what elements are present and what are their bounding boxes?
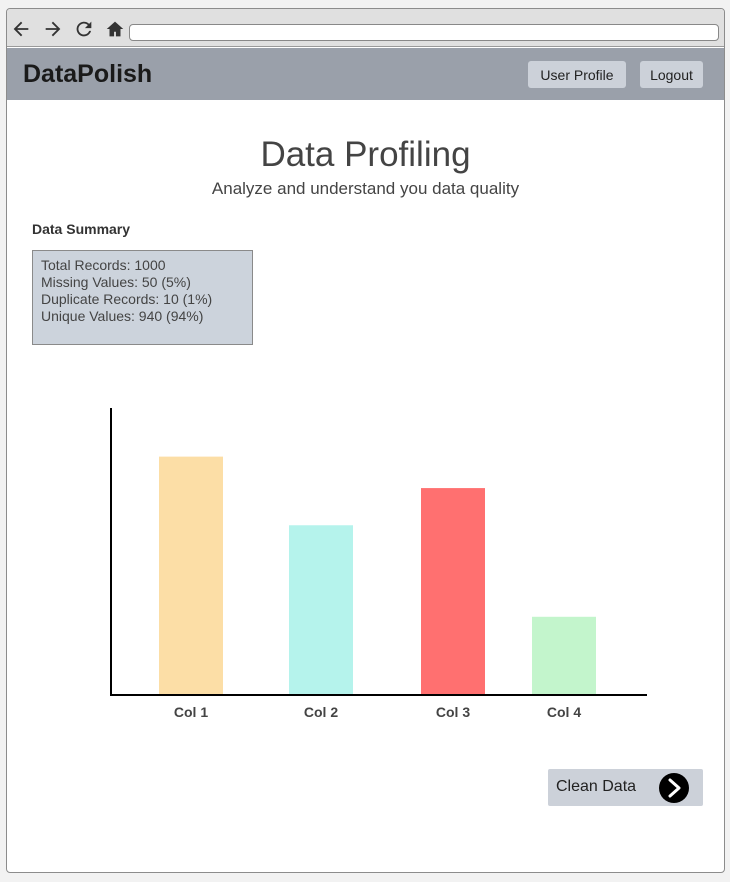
x-tick-label: Col 1 [174, 704, 208, 720]
x-tick-label: Col 4 [547, 704, 581, 720]
chevron-right-icon [659, 773, 689, 803]
clean-data-label: Clean Data [556, 778, 637, 795]
bar-col-3 [421, 488, 485, 694]
clean-data-button[interactable]: Clean Data [548, 769, 703, 806]
bar-col-4 [532, 616, 596, 694]
bar-col-2 [289, 525, 353, 694]
x-tick-label: Col 3 [436, 704, 470, 720]
browser-window: DataPolish User Profile Logout Data Prof… [6, 8, 725, 873]
bar-col-1 [159, 456, 223, 694]
column-bar-chart: Col 1 Col 2 Col 3 Col 4 [110, 408, 647, 720]
x-tick-label: Col 2 [304, 704, 338, 720]
